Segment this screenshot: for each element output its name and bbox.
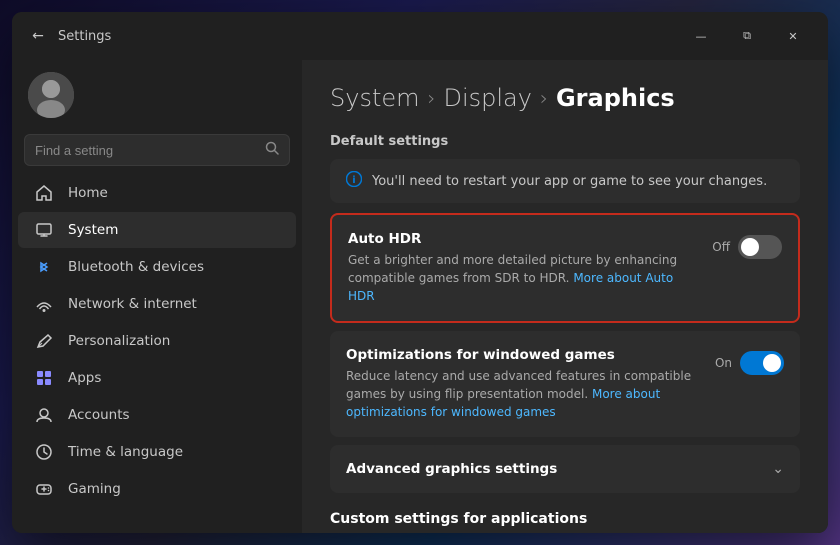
windowed-games-toggle[interactable] [740,351,784,375]
sidebar-item-apps[interactable]: Apps [18,360,296,396]
sidebar-item-label-time_language: Time & language [68,444,183,460]
home-icon [34,183,54,203]
breadcrumb-sep1: › [428,86,436,110]
accounts-icon [34,405,54,425]
sidebar-item-accounts[interactable]: Accounts [18,397,296,433]
advanced-graphics-row[interactable]: Advanced graphics settings ⌄ [330,445,800,493]
advanced-graphics-card: Advanced graphics settings ⌄ [330,445,800,493]
sidebar-item-system[interactable]: System [18,212,296,248]
breadcrumb-sep2: › [540,86,548,110]
nav-list: Home System Bluetooth & devices Network & i… [12,174,302,508]
auto-hdr-card: Auto HDR Get a brighter and more detaile… [330,213,800,323]
sidebar-item-label-personalization: Personalization [68,333,170,349]
windowed-games-row: Optimizations for windowed games Reduce … [330,331,800,437]
profile-section [12,60,302,134]
windowed-games-card: Optimizations for windowed games Reduce … [330,331,800,437]
advanced-graphics-label: Advanced graphics settings [346,461,772,477]
auto-hdr-toggle-knob [741,238,759,256]
gaming-icon [34,479,54,499]
windowed-games-name: Optimizations for windowed games [346,347,703,363]
search-input[interactable] [35,143,257,158]
sidebar-item-gaming[interactable]: Gaming [18,471,296,507]
close-button[interactable]: ✕ [770,20,816,52]
custom-settings-label: Custom settings for applications [330,511,800,527]
sidebar-item-label-home: Home [68,185,108,201]
minimize-button[interactable]: — [678,20,724,52]
svg-text:i: i [352,175,355,186]
breadcrumb: System › Display › Graphics [330,84,800,112]
sidebar-item-personalization[interactable]: Personalization [18,323,296,359]
auto-hdr-toggle[interactable] [738,235,782,259]
content-area: Home System Bluetooth & devices Network & i… [12,60,828,533]
auto-hdr-status: Off [712,240,730,254]
time_language-icon [34,442,54,462]
sidebar-item-label-gaming: Gaming [68,481,121,497]
chevron-down-icon: ⌄ [772,461,784,477]
auto-hdr-control: Off [712,231,782,259]
windowed-games-toggle-knob [763,354,781,372]
default-settings-label: Default settings [330,134,800,149]
breadcrumb-current: Graphics [556,84,675,112]
back-button[interactable]: ← [24,22,52,50]
sidebar-item-network[interactable]: Network & internet [18,286,296,322]
apps-icon [34,368,54,388]
breadcrumb-part1[interactable]: System [330,84,420,112]
avatar [28,72,74,118]
search-box[interactable] [24,134,290,166]
sidebar-item-label-network: Network & internet [68,296,197,312]
auto-hdr-row: Auto HDR Get a brighter and more detaile… [332,215,798,321]
network-icon [34,294,54,314]
windowed-games-info: Optimizations for windowed games Reduce … [346,347,703,421]
personalization-icon [34,331,54,351]
auto-hdr-info: Auto HDR Get a brighter and more detaile… [348,231,700,305]
titlebar: ← Settings — ⧉ ✕ [12,12,828,60]
auto-hdr-name: Auto HDR [348,231,700,247]
info-icon: i [346,171,362,191]
maximize-button[interactable]: ⧉ [724,20,770,52]
info-banner-text: You'll need to restart your app or game … [372,174,767,189]
sidebar-item-label-system: System [68,222,118,238]
breadcrumb-part2[interactable]: Display [444,84,532,112]
sidebar-item-label-accounts: Accounts [68,407,130,423]
system-icon [34,220,54,240]
sidebar: Home System Bluetooth & devices Network & i… [12,60,302,533]
windowed-games-status: On [715,356,732,370]
search-icon [265,141,279,159]
auto-hdr-desc: Get a brighter and more detailed picture… [348,251,700,305]
window-controls: — ⧉ ✕ [678,20,816,52]
sidebar-item-bluetooth[interactable]: Bluetooth & devices [18,249,296,285]
sidebar-item-label-bluetooth: Bluetooth & devices [68,259,204,275]
sidebar-item-label-apps: Apps [68,370,101,386]
sidebar-item-home[interactable]: Home [18,175,296,211]
window-title: Settings [58,29,111,44]
settings-window: ← Settings — ⧉ ✕ [12,12,828,533]
windowed-games-control: On [715,347,784,375]
main-panel: System › Display › Graphics Default sett… [302,60,828,533]
info-banner: i You'll need to restart your app or gam… [330,159,800,203]
bluetooth-icon [34,257,54,277]
windowed-games-desc: Reduce latency and use advanced features… [346,367,703,421]
sidebar-item-time_language[interactable]: Time & language [18,434,296,470]
